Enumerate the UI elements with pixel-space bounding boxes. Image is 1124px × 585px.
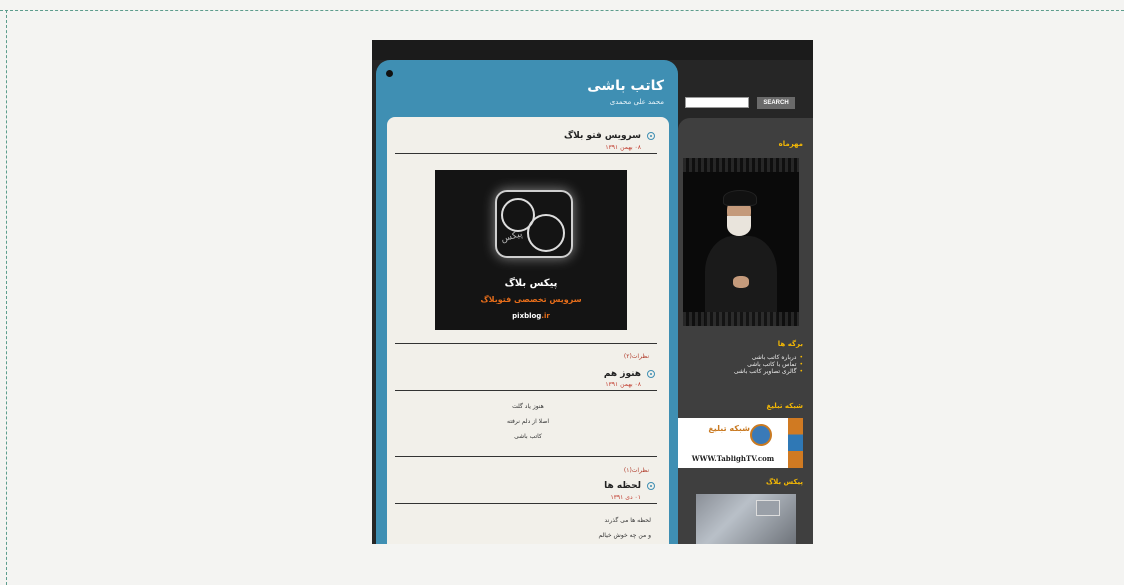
pix-thumbnail[interactable] (696, 494, 796, 544)
post-bullet-icon (647, 370, 655, 378)
sidebar-heading-ads: شبکه تبلیغ (766, 402, 803, 410)
search-input[interactable] (685, 97, 749, 108)
pages-list: درباره کاتب باشی تماس با کاتب باشی گالری… (734, 354, 803, 375)
post-line: و من چه خوش خیالم (598, 532, 651, 539)
page-link[interactable]: گالری تصاویر کاتب باشی (734, 368, 803, 375)
photo-turban (723, 190, 757, 206)
post-line: اصلا از دلم نرفته (507, 418, 549, 425)
camera-ring-icon (527, 214, 565, 252)
promo-name: پیکس بلاگ (504, 278, 558, 289)
post-header: سرویس فتو بلاگ (564, 131, 655, 141)
sidebar-heading-pages: برگه ها (777, 340, 803, 348)
post-divider (395, 390, 657, 391)
post-header: لحظه ها (604, 481, 655, 491)
post-title[interactable]: سرویس فتو بلاگ (564, 131, 641, 141)
post-date: ۰۱ دی ۱۳۹۱ (610, 494, 641, 501)
photo-beard (727, 216, 751, 236)
pixblog-promo-image[interactable]: پیکس پیکس بلاگ سرویس تخصصی فتوبلاگ pixbl… (435, 170, 627, 330)
content-panel: سرویس فتو بلاگ ۰۸ بهمن ۱۳۹۱ پیکس پیکس بل… (387, 117, 669, 544)
tabligh-ad-banner[interactable]: شبکه تبلیغ WWW.TablighTV.com (678, 418, 788, 468)
leader-photo[interactable] (683, 158, 799, 326)
main-column: کاتب باشی محمد علی محمدی سرویس فتو بلاگ … (376, 60, 678, 544)
photo-ornament (683, 312, 799, 326)
blog-title[interactable]: کاتب باشی (587, 78, 664, 94)
ad-brand: شبکه تبلیغ (708, 424, 750, 433)
corner-dot (386, 70, 393, 77)
post-date: ۰۸ بهمن ۱۳۹۱ (605, 381, 641, 388)
header-shade (372, 40, 813, 60)
sidebar-heading-photo: مهرماه (778, 140, 803, 148)
ad-url: WWW.TablighTV.com (691, 454, 775, 463)
post-divider (395, 503, 657, 504)
dashed-border-top (0, 10, 1124, 11)
promo-tagline: سرویس تخصصی فتوبلاگ (480, 295, 582, 304)
thumbnail-object (756, 500, 780, 516)
post-divider (395, 153, 657, 154)
page-link[interactable]: درباره کاتب باشی (734, 354, 803, 361)
post-bullet-icon (647, 132, 655, 140)
promo-url: pixblog.ir (435, 312, 627, 320)
post-line: هنوز یاد گلت (512, 403, 544, 410)
page-link[interactable]: تماس با کاتب باشی (734, 361, 803, 368)
comments-link[interactable]: نظرات(۱) (624, 467, 649, 474)
post-line: لحظه ها می گذرند (604, 517, 652, 524)
search-button[interactable]: SEARCH (757, 97, 795, 109)
blog-subtitle: محمد علی محمدی (609, 98, 664, 106)
photo-hand (733, 276, 749, 288)
post-date: ۰۸ بهمن ۱۳۹۱ (605, 144, 641, 151)
post-line: کاتب باشی (514, 433, 542, 440)
photo-ornament (683, 158, 799, 172)
globe-icon (750, 424, 772, 446)
post-header: هنوز هم (604, 369, 655, 379)
dashed-border-left (6, 10, 7, 585)
sidebar-heading-pix: پیکس بلاگ (766, 478, 803, 486)
ad-color-strip (788, 418, 803, 468)
post-title[interactable]: لحظه ها (604, 481, 641, 491)
promo-url-ext: .ir (541, 312, 550, 320)
post-title[interactable]: هنوز هم (604, 369, 641, 379)
post-bullet-icon (647, 482, 655, 490)
blog-page-frame: کاتب باشی محمد علی محمدی سرویس فتو بلاگ … (372, 40, 813, 544)
post-divider (395, 456, 657, 457)
post-divider (395, 343, 657, 344)
promo-url-main: pixblog (512, 312, 542, 320)
sidebar: مهرماه برگه ها درباره کاتب باشی تماس با … (678, 118, 813, 544)
comments-link[interactable]: نظرات(۲) (624, 353, 649, 360)
